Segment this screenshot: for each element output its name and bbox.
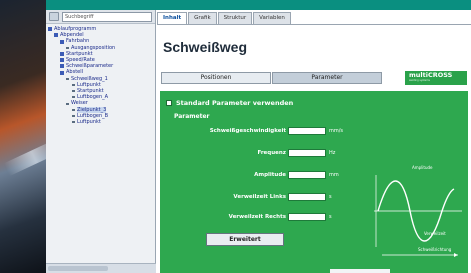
- subtab-parameter[interactable]: Parameter: [272, 72, 382, 84]
- param-row-dwell-right: Verweilzeit Rechts s: [168, 213, 358, 223]
- arrowhead-icon: [454, 253, 458, 257]
- leaf-node-icon: [72, 121, 75, 124]
- param-row-dwell-left: Verweilzeit Links s: [168, 193, 358, 203]
- param-unit: s: [329, 194, 332, 200]
- main-content: Schweißweg Positionen Parameter multiCRO…: [157, 25, 471, 273]
- tab-grafik[interactable]: Grafik: [188, 12, 217, 24]
- param-label: Schweißgeschwindigkeit: [209, 128, 286, 134]
- wave-label-bottom: Schweißrichtung: [418, 247, 452, 252]
- subtab-positionen[interactable]: Positionen: [161, 72, 271, 84]
- tree-node[interactable]: Luftpunkt: [48, 119, 153, 125]
- leaf-node-icon: [72, 90, 75, 93]
- frequency-field[interactable]: [288, 149, 326, 157]
- standard-parameter-row: Standard Parameter verwenden: [166, 99, 293, 107]
- leaf-node-icon: [66, 46, 69, 49]
- leaf-node-icon: [66, 77, 69, 80]
- tree-node-label: Luftpunkt: [77, 119, 101, 126]
- brand-logo: multiCROSS welding systems: [405, 71, 467, 85]
- collapse-icon[interactable]: [49, 12, 59, 21]
- standard-parameter-label: Standard Parameter verwenden: [176, 99, 294, 107]
- parameter-group-label: Parameter: [174, 113, 210, 120]
- folder-node-icon: [60, 39, 64, 44]
- brand-logo-tagline: welding systems: [409, 79, 430, 82]
- leaf-node-icon: [72, 83, 75, 86]
- param-unit: mm/s: [329, 128, 344, 134]
- param-label: Verweilzeit Links: [233, 194, 286, 200]
- param-label: Amplitude: [254, 172, 286, 178]
- page-title: Schweißweg: [163, 39, 248, 55]
- folder-node-icon: [60, 58, 64, 63]
- leaf-node-icon: [72, 96, 75, 99]
- tree-search-input[interactable]: Suchbegriff: [62, 11, 152, 22]
- amplitude-field[interactable]: [288, 171, 326, 179]
- param-unit: s: [329, 214, 332, 220]
- top-accent-band: [0, 0, 471, 10]
- dwell-left-field[interactable]: [288, 193, 326, 201]
- background-photo: [0, 0, 65, 273]
- param-label: Frequenz: [257, 150, 286, 156]
- param-row-speed: Schweißgeschwindigkeit mm/s: [168, 127, 358, 137]
- editor-tabs: Inhalt Grafik Struktur Variablen: [157, 12, 291, 24]
- parameter-panel: Standard Parameter verwenden Parameter S…: [160, 91, 468, 273]
- param-label: Verweilzeit Rechts: [228, 214, 286, 220]
- bottom-field[interactable]: [330, 269, 390, 273]
- tab-struktur[interactable]: Struktur: [217, 12, 253, 24]
- param-unit: mm: [329, 172, 339, 178]
- folder-node-icon: [60, 64, 64, 69]
- folder-node-icon: [54, 33, 58, 38]
- tab-inhalt[interactable]: Inhalt: [157, 12, 188, 24]
- folder-node-icon: [60, 51, 64, 56]
- param-row-amplitude: Amplitude mm: [168, 171, 358, 181]
- extended-button[interactable]: Erweitert: [206, 233, 284, 246]
- param-row-frequency: Frequenz Hz: [168, 149, 358, 159]
- app-window: Suchbegriff Ablaufprogramm Abpendel Fahrba…: [0, 0, 471, 273]
- speed-field[interactable]: [288, 127, 326, 135]
- param-unit: Hz: [329, 150, 336, 156]
- tree-scrollbar[interactable]: [46, 263, 156, 273]
- wave-label-mid: Verweilzeit: [424, 231, 446, 236]
- folder-node-icon: [60, 70, 64, 75]
- tree-scroll-thumb[interactable]: [48, 266, 108, 271]
- leaf-node-icon: [66, 102, 69, 105]
- program-tree-panel: Suchbegriff Ablaufprogramm Abpendel Fahrba…: [46, 10, 156, 273]
- leaf-node-icon: [72, 114, 75, 117]
- leaf-node-icon: [72, 108, 75, 111]
- wave-label-top: Amplitude: [412, 165, 433, 170]
- brand-logo-text: multiCROSS: [409, 71, 453, 79]
- dwell-right-field[interactable]: [288, 213, 326, 221]
- tree-list: Ablaufprogramm Abpendel Fahrbahn Ausgangspo…: [46, 24, 155, 127]
- tab-variablen[interactable]: Variablen: [253, 12, 291, 24]
- tree-toolbar: Suchbegriff: [46, 10, 155, 24]
- standard-parameter-checkbox[interactable]: [166, 100, 172, 106]
- weave-diagram: Amplitude Verweilzeit Schweißrichtung: [374, 165, 462, 257]
- folder-node-icon: [48, 27, 52, 32]
